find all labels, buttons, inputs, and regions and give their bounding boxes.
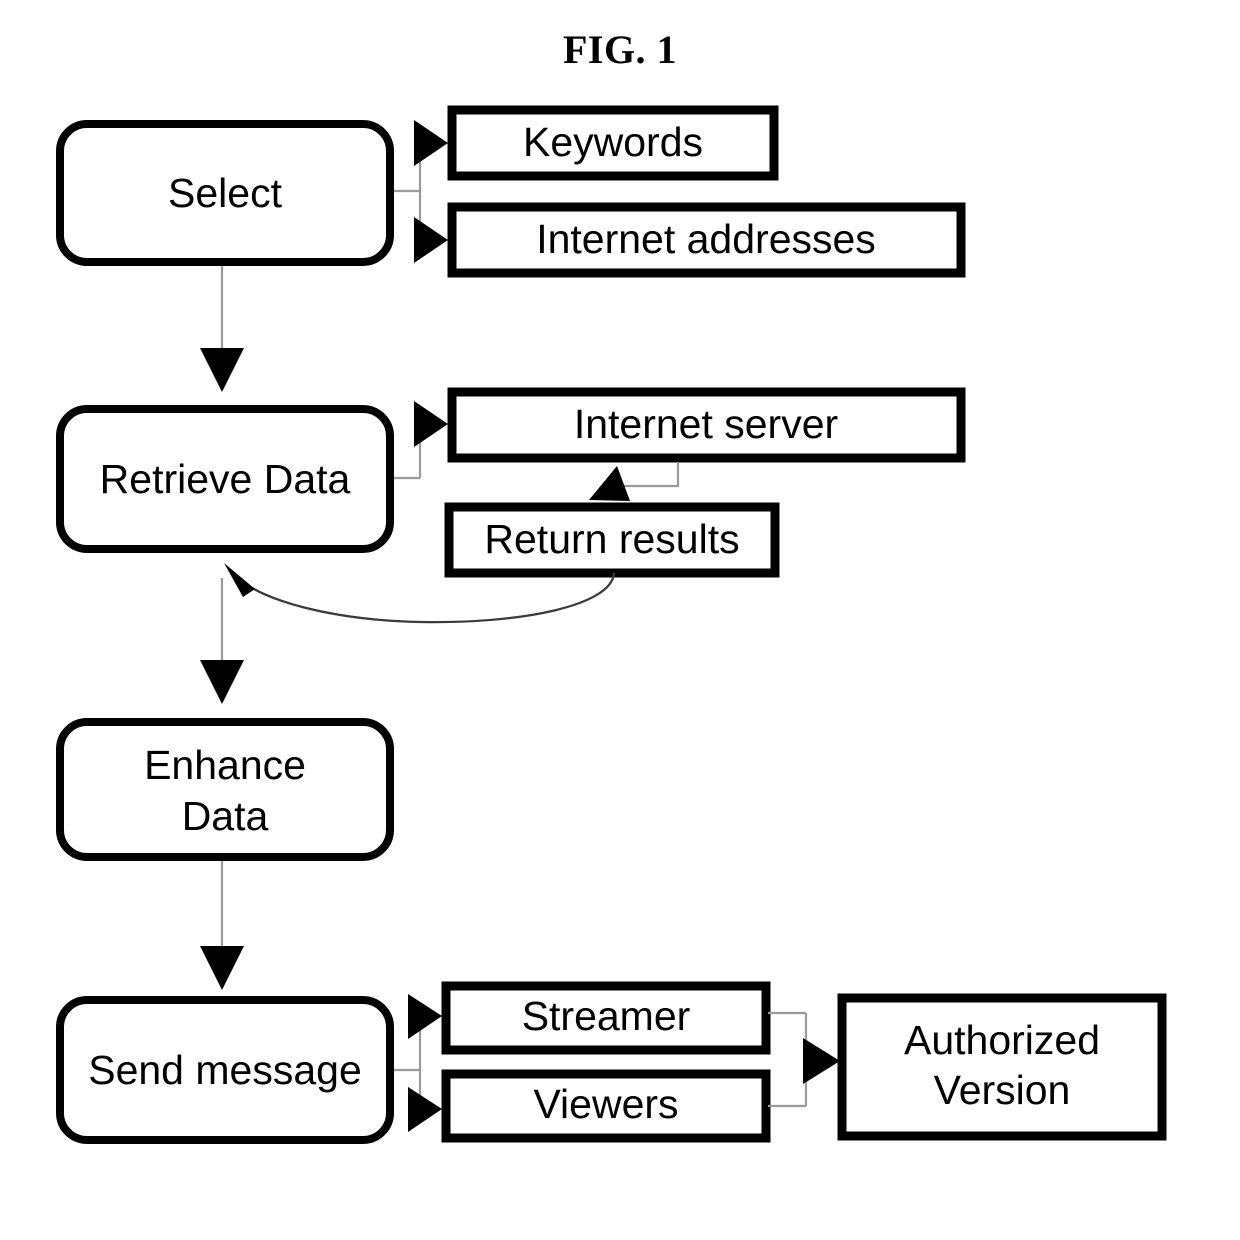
node-keywords[interactable]: Keywords xyxy=(447,105,779,181)
select-label: Select xyxy=(168,170,283,216)
viewers-label: Viewers xyxy=(533,1081,678,1127)
arrowhead-to-viewers xyxy=(408,1087,442,1132)
arrowhead-to-streamer xyxy=(408,994,442,1039)
arrowhead-to-internet-server xyxy=(414,401,448,447)
edge-merge-to-authorized-version xyxy=(768,1011,840,1108)
edge-retrieve-data-to-enhance-data xyxy=(200,578,244,704)
flowchart-diagram: Select Keywords Internet addresses Retri… xyxy=(56,105,1167,1144)
arrowhead-to-authorized-version xyxy=(803,1038,840,1084)
arrowhead-to-retrieve-data xyxy=(200,348,244,392)
internet-addresses-label: Internet addresses xyxy=(536,216,876,262)
arrowhead-feedback-to-retrieve-data xyxy=(224,563,255,597)
arrowhead-to-send-message xyxy=(200,946,244,990)
edge-enhance-data-to-send-message xyxy=(200,861,244,990)
send-message-label: Send message xyxy=(88,1047,362,1093)
edge-select-to-retrieve-data xyxy=(200,266,244,392)
node-internet-addresses[interactable]: Internet addresses xyxy=(447,202,966,278)
node-enhance-data[interactable]: Enhance Data xyxy=(56,718,394,861)
node-viewers[interactable]: Viewers xyxy=(441,1069,771,1143)
arrowhead-to-enhance-data xyxy=(200,660,244,704)
arrowhead-to-keywords xyxy=(414,120,448,166)
retrieve-data-label: Retrieve Data xyxy=(100,456,351,502)
edge-send-message-to-branch xyxy=(390,994,442,1132)
arrowhead-to-internet-addresses xyxy=(414,217,448,263)
node-retrieve-data[interactable]: Retrieve Data xyxy=(56,405,394,553)
edge-select-to-branch xyxy=(390,120,448,263)
node-streamer[interactable]: Streamer xyxy=(441,981,771,1055)
arrowhead-to-return-results xyxy=(589,466,630,501)
edge-internet-server-to-return-results xyxy=(589,462,680,501)
enhance-data-label-line2: Data xyxy=(182,793,269,839)
feedback-curve xyxy=(237,572,616,624)
node-select[interactable]: Select xyxy=(56,120,394,266)
internet-server-label: Internet server xyxy=(574,401,838,447)
node-authorized-version[interactable]: Authorized Version xyxy=(837,993,1167,1141)
authorized-version-label-line2: Version xyxy=(934,1067,1071,1113)
enhance-data-label-line1: Enhance xyxy=(144,742,306,788)
authorized-version-label-line1: Authorized xyxy=(904,1017,1100,1063)
node-send-message[interactable]: Send message xyxy=(56,996,394,1144)
node-internet-server[interactable]: Internet server xyxy=(447,387,966,463)
edge-retrieve-data-to-internet-server xyxy=(390,401,448,480)
node-return-results[interactable]: Return results xyxy=(444,502,780,578)
return-results-label: Return results xyxy=(484,516,739,562)
keywords-label: Keywords xyxy=(523,119,703,165)
streamer-label: Streamer xyxy=(522,993,691,1039)
figure-canvas: FIG. 1 Select Keywords Internet addresse… xyxy=(0,0,1240,1240)
